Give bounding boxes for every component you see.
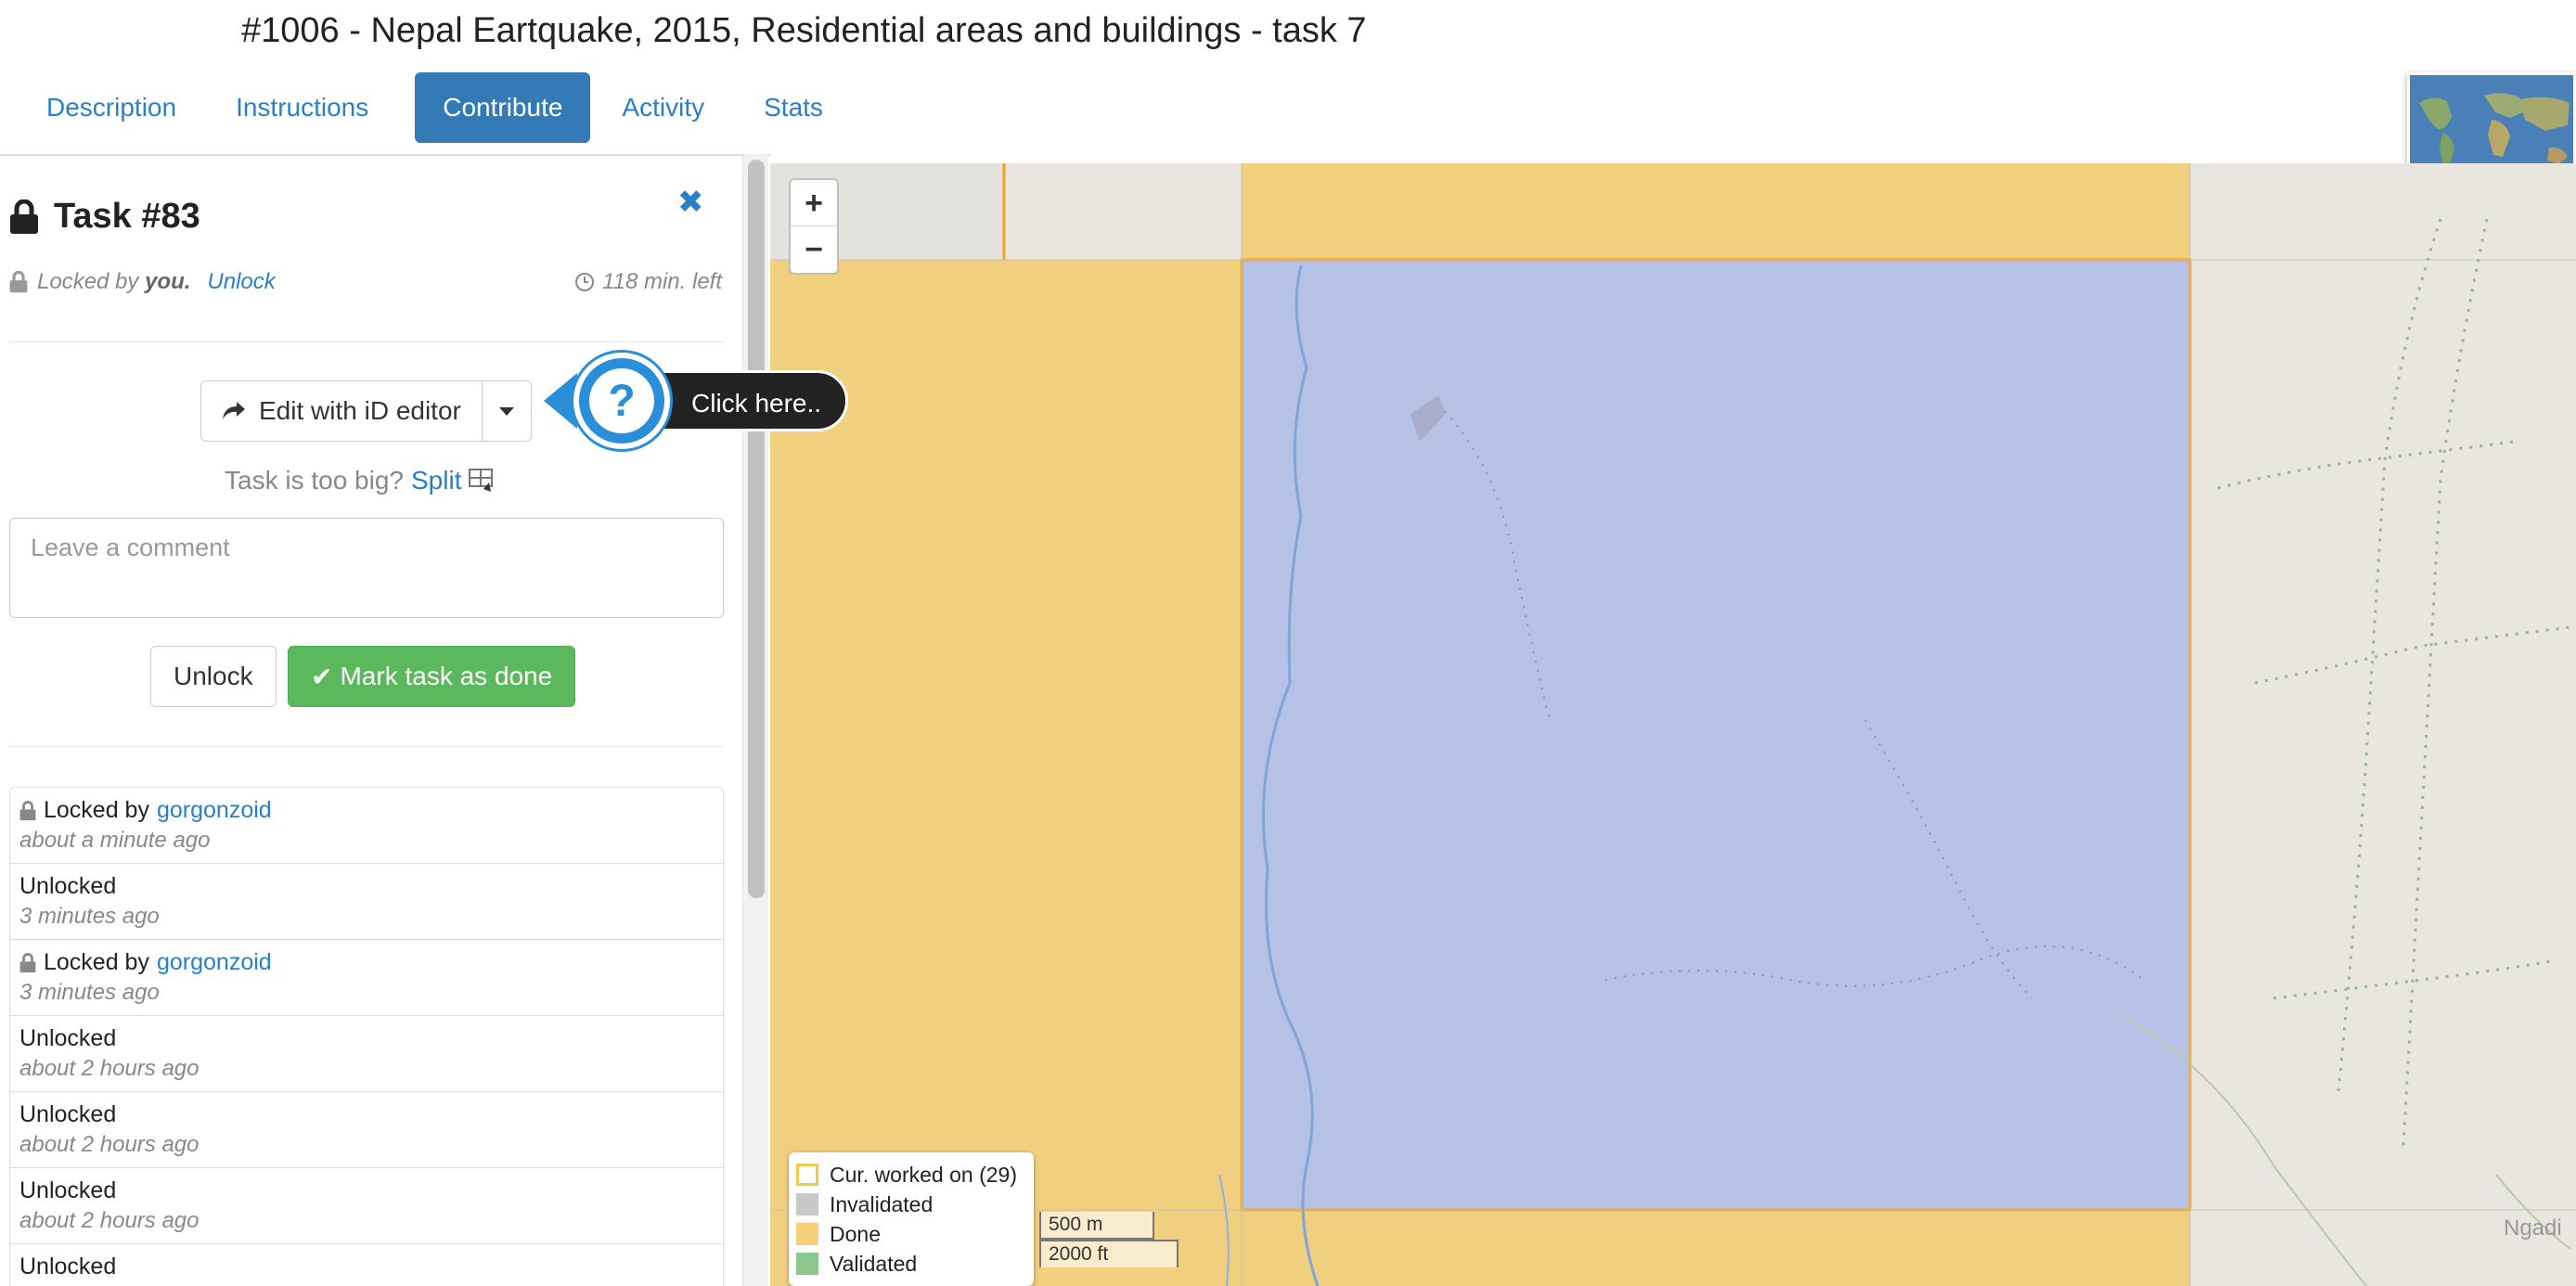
- lock-icon: [9, 271, 28, 293]
- legend-label: Cur. worked on (29): [830, 1162, 1017, 1187]
- time-left-label: 118 min. left: [602, 269, 722, 294]
- share-arrow-icon: [223, 402, 245, 419]
- tab-stats[interactable]: Stats: [734, 72, 853, 143]
- legend-item: Done: [796, 1219, 1026, 1249]
- history-action-label: Unlocked: [19, 873, 117, 899]
- task-history: Locked by gorgonzoid about a minute ago Unl…: [9, 787, 724, 1286]
- editor-dropdown-button[interactable]: [482, 380, 532, 442]
- history-time: about a minute ago: [19, 828, 211, 853]
- tab-contribute[interactable]: Contribute: [415, 72, 591, 143]
- locked-by-user: you.: [145, 269, 191, 294]
- history-time: 3 minutes ago: [19, 904, 160, 929]
- history-time: about 2 hours ago: [19, 1132, 200, 1157]
- history-time: 3 minutes ago: [19, 980, 160, 1005]
- history-action: Locked by gorgonzoid: [19, 797, 714, 824]
- map-tile[interactable]: [1242, 163, 2190, 260]
- clock-icon: [575, 273, 595, 291]
- history-item: Unlocked: [10, 1244, 723, 1286]
- history-item: Unlocked about 2 hours ago: [10, 1016, 723, 1092]
- tab-instructions[interactable]: Instructions: [206, 72, 398, 143]
- scale-imperial: 2000 ft: [1039, 1240, 1179, 1267]
- time-left: 118 min. left: [574, 269, 722, 295]
- history-action: Unlocked: [19, 873, 714, 900]
- caret-down-icon: [498, 406, 514, 416]
- history-action: Unlocked: [19, 1101, 714, 1128]
- history-item: Locked by gorgonzoid 3 minutes ago: [10, 940, 723, 1016]
- map-scale: 500 m 2000 ft: [1039, 1212, 1179, 1267]
- legend-item: Cur. worked on (29): [796, 1160, 1026, 1190]
- split-link[interactable]: Split: [411, 466, 461, 495]
- split-prompt: Task is too big? Split: [225, 466, 496, 495]
- lock-icon: [10, 199, 38, 234]
- unlock-link[interactable]: Unlock: [207, 269, 275, 295]
- tooltip-label: Click here..: [651, 370, 849, 431]
- legend-swatch: [796, 1253, 818, 1275]
- legend-swatch: [796, 1193, 818, 1215]
- history-user-link[interactable]: gorgonzoid: [157, 949, 272, 976]
- tooltip-arrow: [544, 373, 577, 429]
- task-title: Task #83: [54, 197, 200, 236]
- legend-label: Validated: [830, 1251, 918, 1276]
- task-header: Task #83: [9, 197, 200, 237]
- history-item: Locked by gorgonzoid about a minute ago: [10, 788, 723, 864]
- scale-metric: 500 m: [1039, 1212, 1154, 1240]
- map-place-label: Ngadi: [2504, 1215, 2562, 1241]
- page-title: #1006 - Nepal Eartquake, 2015, Residenti…: [241, 11, 1367, 50]
- divider: [9, 341, 724, 342]
- comment-field[interactable]: [9, 518, 724, 618]
- legend-swatch: [796, 1223, 818, 1245]
- history-action: Unlocked: [19, 1025, 714, 1052]
- task-grid-map: [770, 163, 2576, 1286]
- lock-icon: [19, 800, 36, 820]
- history-action-label: Unlocked: [19, 1101, 117, 1127]
- split-question: Task is too big?: [225, 466, 404, 495]
- lock-icon: [19, 952, 36, 972]
- tab-bar: Description Instructions Contribute Acti…: [0, 72, 853, 143]
- editor-button-group: Edit with iD editor: [200, 380, 532, 442]
- history-item: Unlocked 3 minutes ago: [10, 864, 723, 940]
- lock-status: Locked by you. Unlock: [9, 269, 276, 295]
- mark-done-button[interactable]: ✔ Mark task as done: [288, 646, 576, 707]
- tab-activity[interactable]: Activity: [592, 72, 734, 143]
- history-item: Unlocked about 2 hours ago: [10, 1168, 723, 1244]
- zoom-control: + −: [789, 178, 839, 275]
- history-action: Locked by gorgonzoid: [19, 949, 714, 976]
- legend-label: Invalidated: [830, 1191, 934, 1216]
- history-action-label: Unlocked: [19, 1177, 117, 1203]
- map-tile[interactable]: [1242, 1210, 2190, 1286]
- legend-item: Invalidated: [796, 1190, 1026, 1219]
- divider: [9, 746, 724, 747]
- task-sidebar: Task #83 ✖ Locked by you. Unlock 118 min…: [0, 154, 770, 1286]
- locked-by-label: Locked by: [37, 269, 139, 294]
- map-legend: Cur. worked on (29) Invalidated Done Valida…: [789, 1152, 1034, 1286]
- legend-swatch: [796, 1164, 818, 1186]
- mark-done-label: Mark task as done: [340, 662, 553, 690]
- history-user-link[interactable]: gorgonzoid: [157, 797, 272, 824]
- history-action-label: Locked by: [44, 797, 149, 823]
- history-action-label: Locked by: [44, 949, 149, 975]
- check-icon: ✔: [311, 662, 333, 691]
- selected-task-tile[interactable]: [1240, 258, 2192, 1212]
- map-view[interactable]: + − Cur. worked on (29) Invalidated Done Va…: [770, 163, 2576, 1286]
- history-action-label: Unlocked: [19, 1025, 117, 1051]
- history-action-label: Unlocked: [19, 1254, 117, 1280]
- help-tooltip[interactable]: ? Click here..: [544, 353, 849, 449]
- edit-button-label: Edit with iD editor: [259, 396, 461, 425]
- help-circle-icon: ?: [573, 353, 670, 449]
- history-action: Unlocked: [19, 1254, 714, 1280]
- history-time: about 2 hours ago: [19, 1056, 200, 1081]
- legend-label: Done: [830, 1221, 881, 1246]
- edit-with-id-button[interactable]: Edit with iD editor: [200, 380, 483, 442]
- split-grid-icon: [469, 469, 494, 492]
- tab-description[interactable]: Description: [0, 72, 206, 143]
- history-time: about 2 hours ago: [19, 1208, 200, 1233]
- zoom-in-button[interactable]: +: [791, 180, 837, 226]
- history-action: Unlocked: [19, 1177, 714, 1204]
- zoom-out-button[interactable]: −: [791, 226, 837, 273]
- close-icon[interactable]: ✖: [677, 184, 704, 221]
- legend-item: Validated: [796, 1249, 1026, 1279]
- history-item: Unlocked about 2 hours ago: [10, 1092, 723, 1168]
- sidebar-scrollbar-thumb[interactable]: [748, 160, 765, 898]
- unlock-button[interactable]: Unlock: [150, 646, 277, 707]
